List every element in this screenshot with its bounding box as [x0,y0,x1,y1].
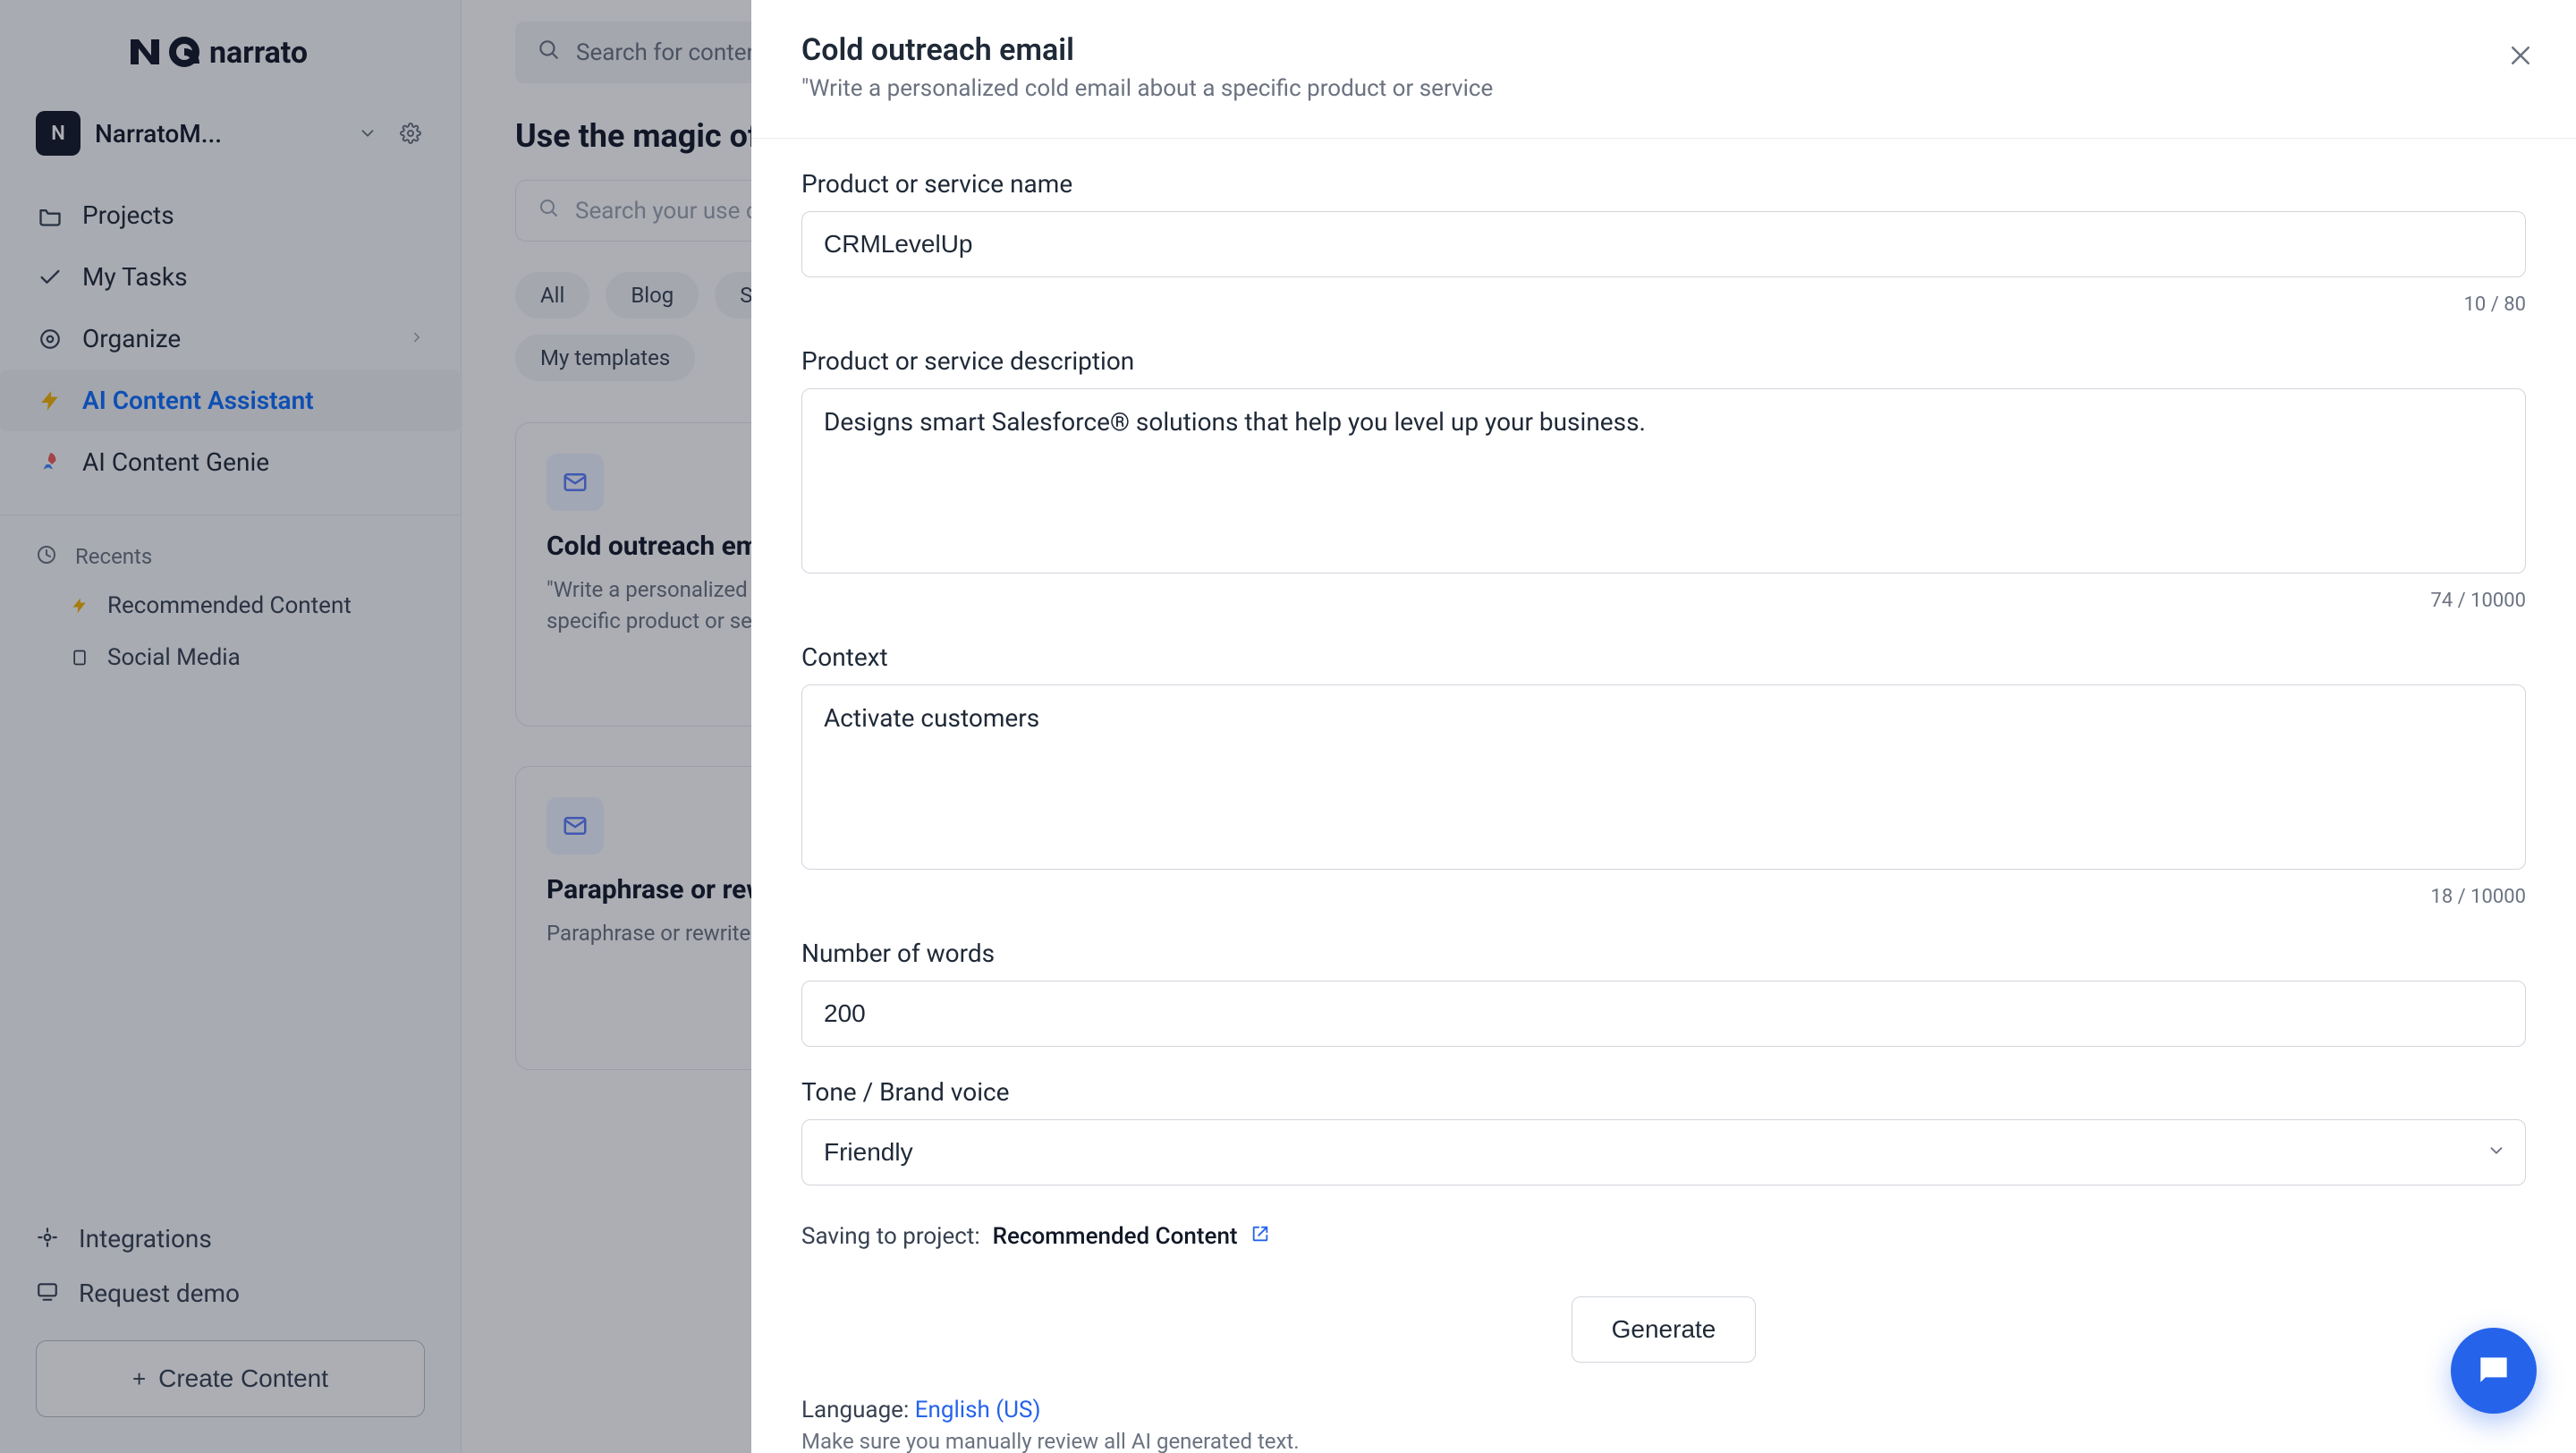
label-tone: Tone / Brand voice [801,1077,2526,1107]
field-context: Context 18 / 10000 [801,642,2526,908]
count-context: 18 / 10000 [2430,886,2526,908]
label-product-desc: Product or service description [801,346,2526,376]
textarea-context[interactable] [801,684,2526,870]
field-tone: Tone / Brand voice [801,1077,2526,1185]
modal-overlay[interactable]: Cold outreach email "Write a personalize… [0,0,2576,1453]
textarea-product-desc[interactable] [801,388,2526,574]
modal-form: Product or service name 10 / 80 Product … [751,139,2576,1453]
generate-row: Generate [801,1280,2526,1363]
generate-button[interactable]: Generate [1572,1296,1757,1363]
review-note: Make sure you manually review all AI gen… [801,1429,2526,1453]
label-context: Context [801,642,2526,672]
modal-panel: Cold outreach email "Write a personalize… [751,0,2576,1453]
language-row: Language: English (US) Make sure you man… [801,1393,2526,1453]
close-icon[interactable] [2501,36,2540,75]
help-chat-button[interactable] [2451,1328,2537,1414]
count-product-desc: 74 / 10000 [2430,590,2526,612]
field-words: Number of words [801,939,2526,1047]
field-product-name: Product or service name 10 / 80 [801,169,2526,316]
language-link[interactable]: English (US) [915,1397,1041,1423]
input-product-name[interactable] [801,211,2526,277]
modal-title: Cold outreach email [801,32,1493,68]
language-label: Language: [801,1397,909,1423]
input-words[interactable] [801,981,2526,1047]
field-product-desc: Product or service description 74 / 1000… [801,346,2526,612]
modal-header: Cold outreach email "Write a personalize… [751,0,2576,118]
label-words: Number of words [801,939,2526,968]
modal-subtitle: "Write a personalized cold email about a… [801,75,1493,102]
count-product-name: 10 / 80 [2464,293,2526,316]
saving-project-row: Saving to project: Recommended Content [801,1216,2526,1250]
label-product-name: Product or service name [801,169,2526,199]
saving-project-name: Recommended Content [993,1223,1238,1250]
external-link-icon[interactable] [1250,1223,1270,1250]
saving-project-label: Saving to project: [801,1223,980,1250]
select-tone[interactable] [801,1119,2526,1185]
